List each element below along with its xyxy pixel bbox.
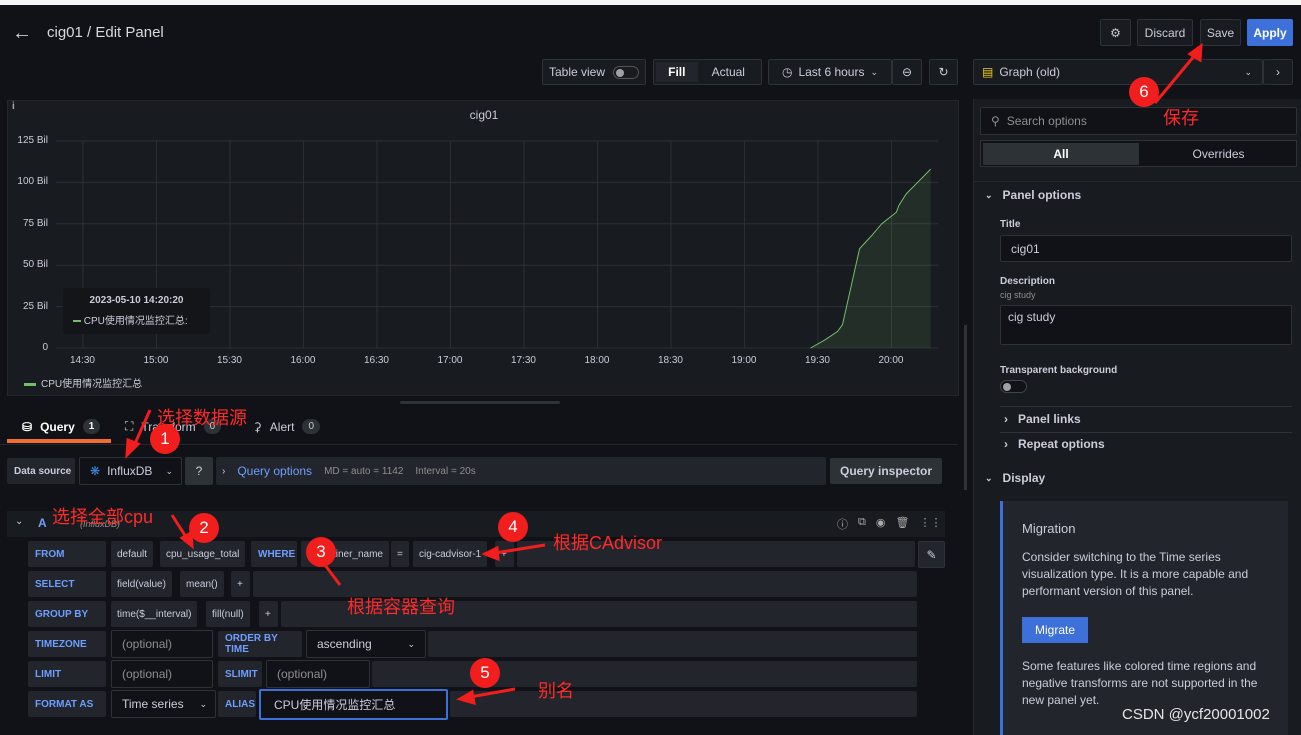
annotation-marker: 4 (498, 512, 528, 542)
annotation-marker: 6 (1129, 77, 1159, 107)
annotation-marker: 1 (150, 424, 180, 454)
annotation-text: 根据CAdvisor (553, 533, 663, 553)
annotation-text: 保存 (1163, 108, 1199, 128)
annotation-text: 选择全部cpu (52, 507, 154, 527)
annotation-arrows (125, 42, 1203, 706)
annotation-text: 别名 (538, 681, 574, 701)
annotation-marker: 2 (189, 513, 219, 543)
annotation-text: 根据容器查询 (347, 597, 455, 617)
annotation-marker: 5 (470, 658, 500, 688)
annotation-marker: 3 (306, 537, 336, 567)
watermark: CSDN @ycf20001002 (1122, 706, 1270, 723)
